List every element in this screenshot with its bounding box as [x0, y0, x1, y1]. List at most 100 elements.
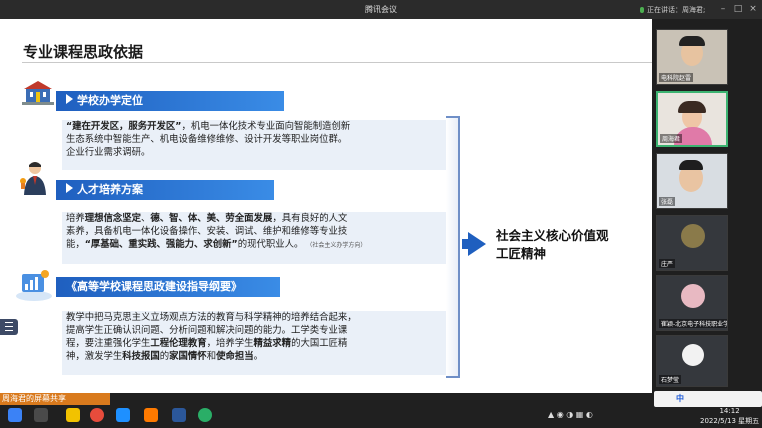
chart-icon	[16, 270, 52, 301]
browser-icon[interactable]	[90, 408, 104, 422]
text-run: 和	[206, 351, 217, 362]
section-text-1: “建在开发区，服务开发区”，机电一体化技术专业面向智能制造创新 生态系统中智能生产…	[62, 120, 448, 159]
text-line: 神，激发学生科技报国的家国情怀和使命担当。	[66, 350, 444, 363]
page-title: 专业课程思政依据	[23, 43, 144, 61]
text-run: 提高学生正确认识问题、分析问题和解决问题的能力。工学类专业课	[66, 325, 348, 336]
participant-tile-active[interactable]: 周海君	[656, 91, 728, 147]
text-note: （社会主义办学方向）	[309, 242, 367, 249]
search-icon[interactable]	[34, 408, 48, 422]
participant-name: 周海君	[660, 134, 683, 143]
section-text-3: 教学中把马克思主义立场观点方法的教育与科学精神的培养结合起来， 提高学生正确认识问…	[62, 311, 448, 363]
text-run: 理想信念坚定	[84, 213, 142, 224]
text-line: 能，“厚基础、重实践、强能力、求创新”的现代职业人。 （社会主义办学方向）	[66, 238, 444, 252]
bracket	[446, 116, 460, 378]
text-run: “厚基础、重实践、强能力、求创新”	[84, 239, 238, 250]
result-line-2: 工匠精神	[496, 246, 547, 261]
section-heading-label: 人才培养方案	[77, 183, 143, 196]
screen-share-bar[interactable]: 周海君的屏幕共享	[0, 393, 110, 405]
participant-tile[interactable]: 崔颖-北京电子科技职业学院	[656, 275, 728, 331]
section-panel-1: “建在开发区，服务开发区”，机电一体化技术专业面向智能制造创新 生态系统中智能生产…	[62, 120, 448, 170]
text-line: 素养，具备机电一体化设备操作、安装、调试、维护和维修等专业技	[66, 225, 444, 238]
participant-panel: 电科院赵雷 周海君 张磊 庄严 崔颖-北京电子科技职业学院 石梦莹	[652, 19, 762, 393]
text-run: 教学中把马克思主义立场观点方法的教育与科学精神的培养结合起来，	[66, 312, 357, 323]
screen-share-label: 周海君的屏幕共享	[2, 394, 66, 403]
text-run: 工程伦理教育	[150, 338, 207, 349]
text-run: 程，要注重强化学生	[66, 338, 151, 349]
menu-toggle-icon[interactable]	[0, 319, 18, 335]
text-run: 德、智、体、美、劳全面发展	[150, 213, 273, 224]
text-run: 能，	[66, 239, 85, 250]
text-line: 教学中把马克思主义立场观点方法的教育与科学精神的培养结合起来，	[66, 311, 444, 324]
participant-name: 电科院赵雷	[659, 73, 694, 82]
text-line: 企业行业需求调研。	[66, 146, 444, 159]
text-run: 、	[141, 213, 151, 224]
clock-date: 2022/5/13 星期五	[700, 417, 760, 425]
word-icon[interactable]	[172, 408, 186, 422]
participant-name: 崔颖-北京电子科技职业学院	[659, 319, 727, 328]
text-line: 培养理想信念坚定、德、智、体、美、劳全面发展，具有良好的人文	[66, 212, 444, 225]
section-heading-label: 《高等学校课程思政建设指导纲要》	[66, 280, 242, 293]
text-run: 精益求精	[253, 338, 292, 349]
mic-icon	[640, 7, 644, 13]
teacher-icon	[20, 162, 46, 195]
text-run: 企业行业需求调研。	[66, 147, 151, 158]
wechat-icon[interactable]	[198, 408, 212, 422]
folder-icon[interactable]	[66, 408, 80, 422]
close-icon[interactable]: ×	[748, 4, 758, 14]
participant-tile[interactable]: 庄严	[656, 215, 728, 271]
text-line: 提高学生正确认识问题、分析问题和解决问题的能力。工学类专业课	[66, 324, 444, 337]
text-run: 素养，具备机电一体化设备操作、安装、调试、维护和维修等专业技	[66, 226, 348, 237]
text-run: 的大国工匠精	[291, 338, 348, 349]
section-panel-3: 教学中把马克思主义立场观点方法的教育与科学精神的培养结合起来， 提高学生正确认识问…	[62, 311, 448, 375]
section-panel-2: 培养理想信念坚定、德、智、体、美、劳全面发展，具有良好的人文 素养，具备机电一体化…	[62, 212, 448, 264]
clock[interactable]: 14:12 2022/5/13 星期五	[700, 406, 759, 426]
speaking-indicator: 正在讲话：周海君;	[640, 5, 705, 15]
text-run: 。	[253, 351, 263, 362]
text-run: 使命担当	[216, 351, 254, 362]
shared-slide: 专业课程思政依据 学校办学定位 “建在开发区，服务开发区”，机电一体化技术专业面…	[0, 19, 652, 393]
text-run: 家国情怀	[169, 351, 207, 362]
text-run: 的	[159, 351, 170, 362]
text-run: ，具有良好的人文	[272, 213, 348, 224]
arrow-icon	[66, 183, 73, 193]
taskbar	[0, 393, 762, 428]
result-line-1: 社会主义核心价值观	[496, 228, 609, 243]
participant-tile[interactable]: 电科院赵雷	[656, 29, 728, 85]
school-icon	[22, 81, 54, 105]
participant-name: 庄严	[659, 259, 676, 268]
text-line: “建在开发区，服务开发区”，机电一体化技术专业面向智能制造创新	[66, 120, 444, 133]
participant-tile[interactable]: 张磊	[656, 153, 728, 209]
minimize-icon[interactable]: –	[718, 4, 728, 14]
app-icon[interactable]	[144, 408, 158, 422]
result-text: 社会主义核心价值观 工匠精神	[496, 227, 609, 263]
section-heading-talent-plan: 人才培养方案	[56, 180, 274, 200]
title-bar: 腾讯会议 正在讲话：周海君; – □ ×	[0, 0, 762, 19]
participant-tile[interactable]: 石梦莹	[656, 335, 728, 387]
section-text-2: 培养理想信念坚定、德、智、体、美、劳全面发展，具有良好的人文 素养，具备机电一体化…	[62, 212, 448, 252]
title-divider	[22, 62, 652, 63]
text-run: 科技报国	[122, 351, 160, 362]
section-heading-guideline: 《高等学校课程思政建设指导纲要》	[56, 277, 280, 297]
text-run: 培养	[66, 213, 85, 224]
ime-mode: 中	[676, 394, 684, 403]
tray-icons[interactable]: ▲ ◉ ◑ ▦ ◐	[548, 410, 593, 419]
text-line: 程，要注重强化学生工程伦理教育，培养学生精益求精的大国工匠精	[66, 337, 444, 350]
arrow-icon	[66, 94, 73, 104]
text-run: ，机电一体化技术专业面向智能制造创新	[181, 121, 351, 132]
start-icon[interactable]	[8, 408, 22, 422]
section-heading-label: 学校办学定位	[77, 94, 143, 107]
meeting-app-icon[interactable]	[116, 408, 130, 422]
ime-toolbar[interactable]: 中	[654, 391, 762, 407]
text-run: 的现代职业人。	[237, 239, 304, 250]
participant-name: 石梦莹	[659, 375, 682, 384]
section-heading-school-positioning: 学校办学定位	[56, 91, 284, 111]
clock-time: 14:12	[719, 407, 740, 415]
participant-name: 张磊	[659, 197, 676, 206]
text-run: 神，激发学生	[66, 351, 123, 362]
speaking-label: 正在讲话：周海君;	[647, 6, 706, 14]
maximize-icon[interactable]: □	[733, 4, 743, 14]
text-run: ，培养学生	[206, 338, 254, 349]
right-arrow-icon	[468, 232, 486, 256]
text-run: “建在开发区，服务开发区”	[66, 121, 182, 132]
text-run: 生态系统中智能生产、机电设备维修维修、设计开发等职业岗位群。	[66, 134, 348, 145]
